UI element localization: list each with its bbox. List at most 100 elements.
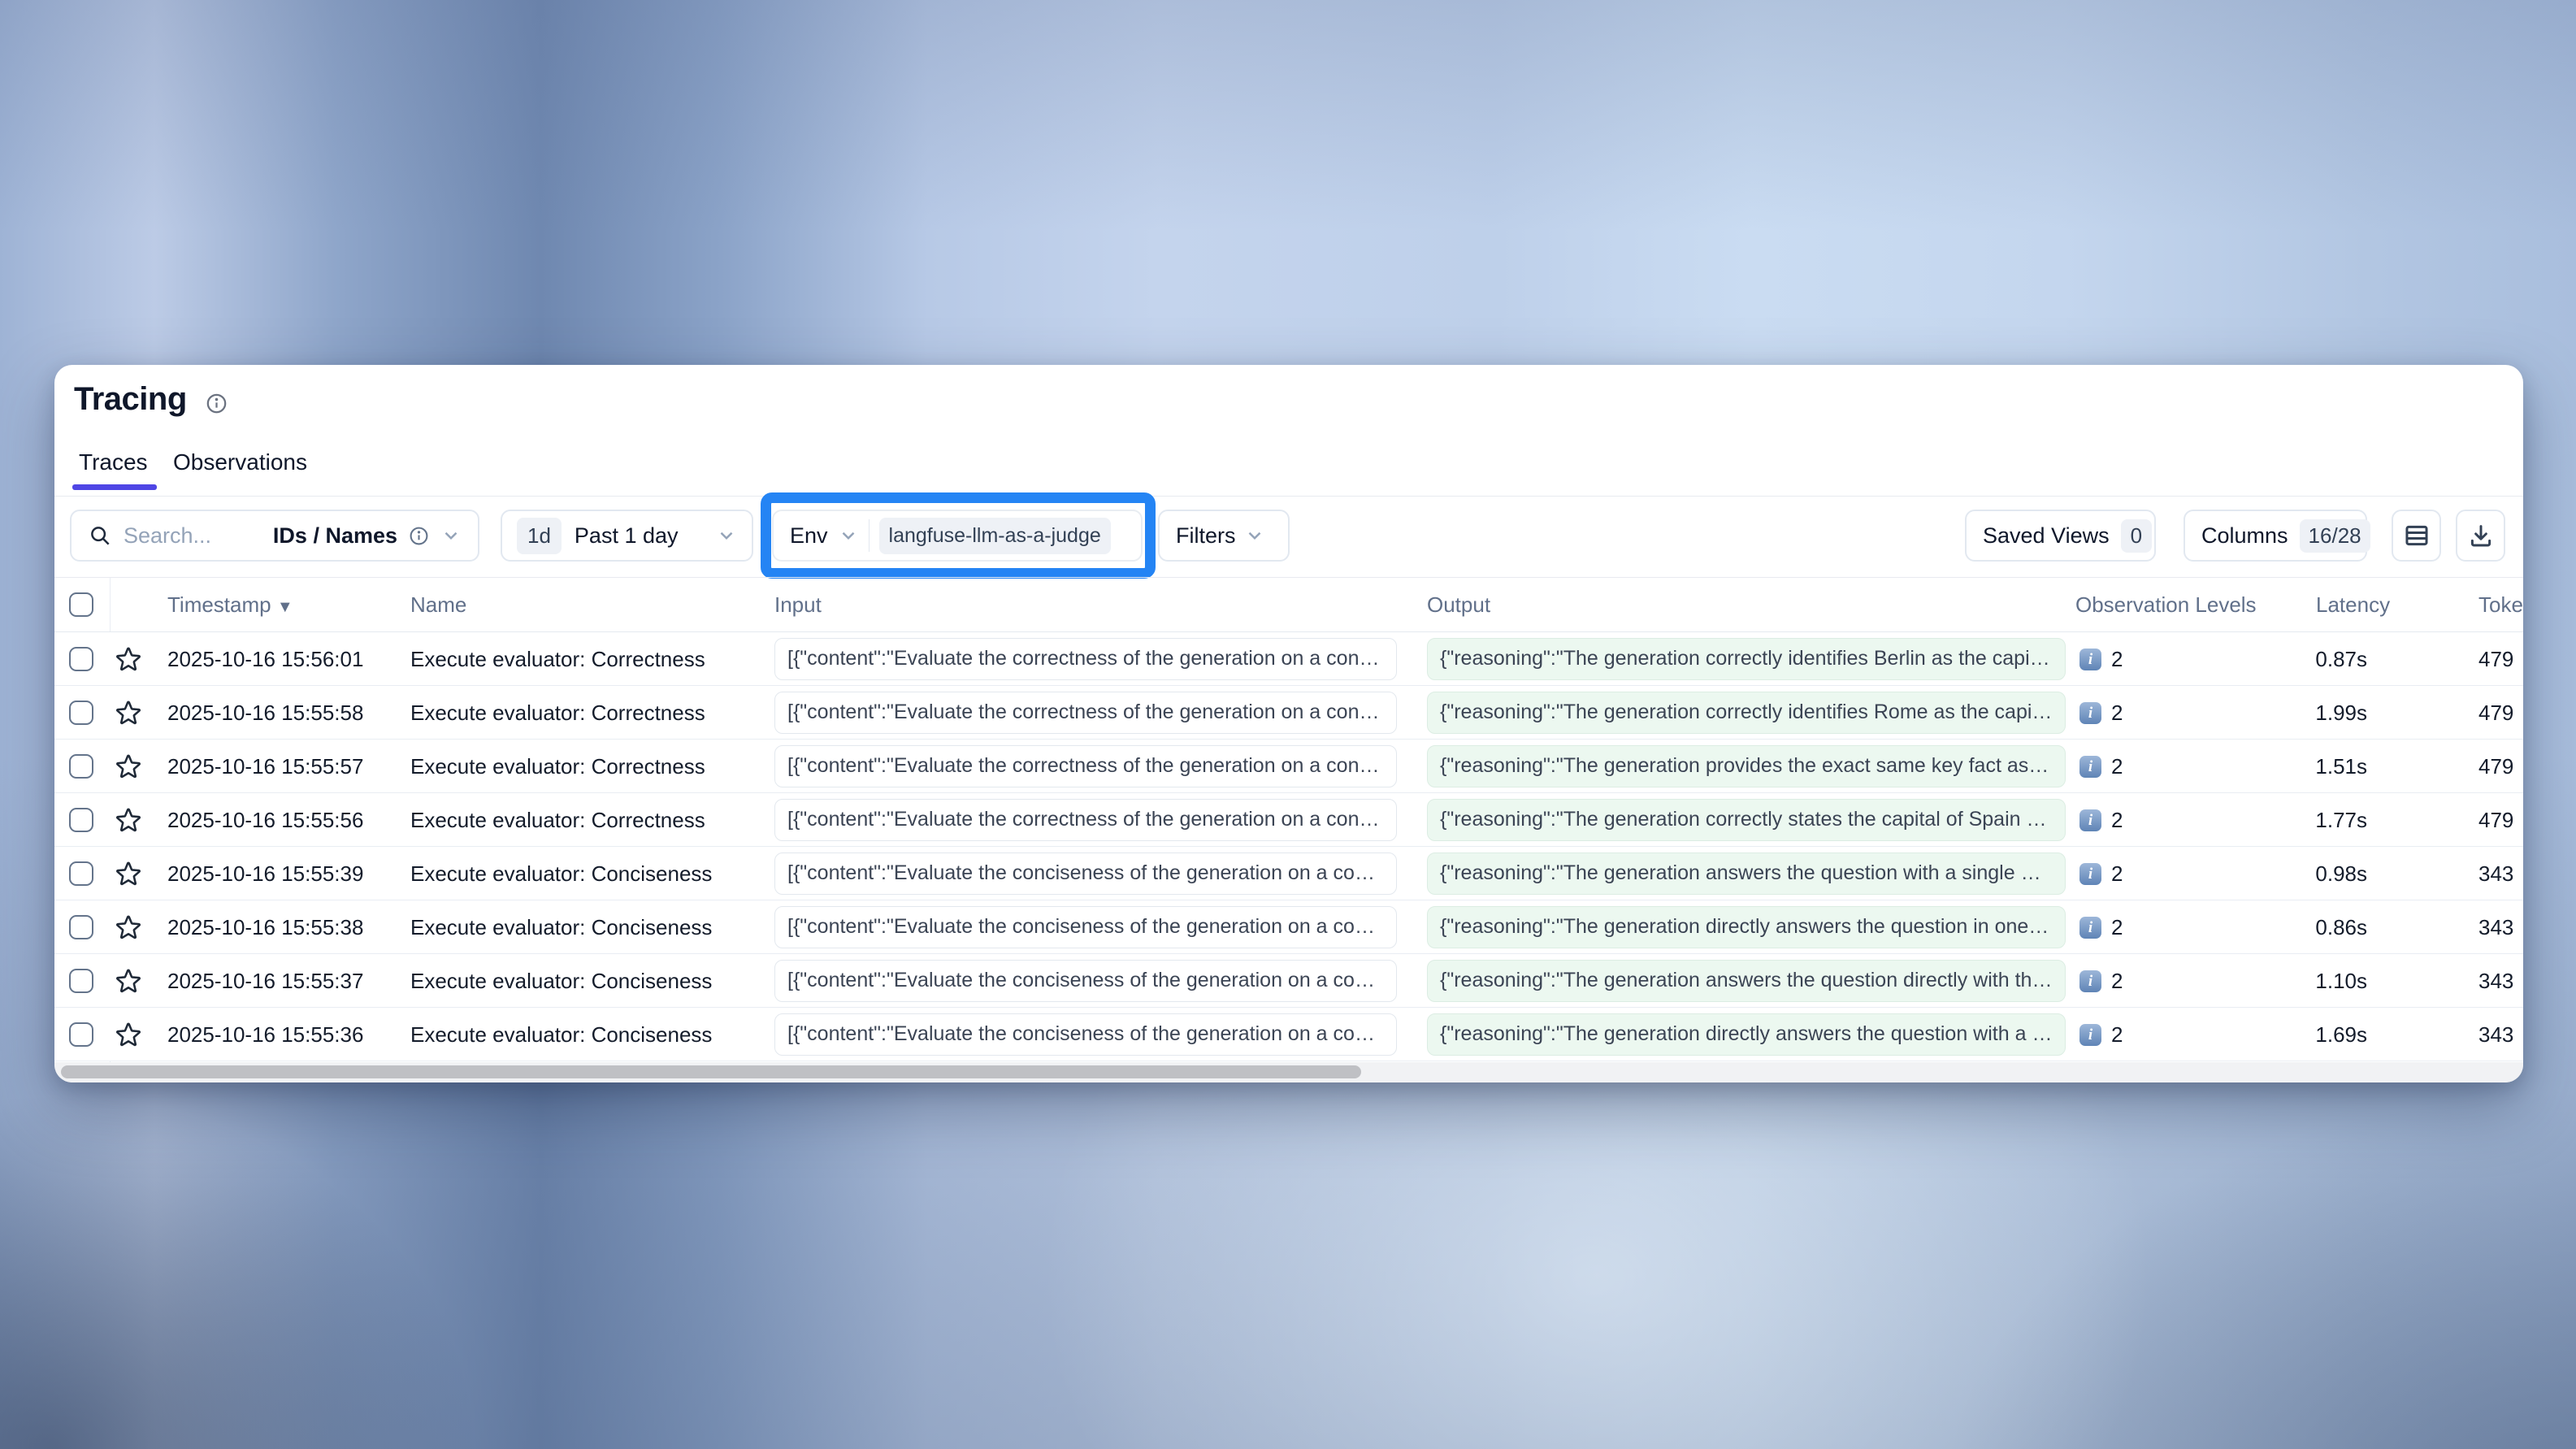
table-row[interactable]: 2025-10-16 15:55:57 Execute evaluator: C… bbox=[54, 740, 2523, 793]
output-cell[interactable]: {"reasoning":"The generation directly an… bbox=[1427, 906, 2066, 948]
row-checkbox[interactable] bbox=[69, 1022, 93, 1047]
chevron-down-icon bbox=[1244, 525, 1265, 546]
table-row[interactable]: 2025-10-16 15:55:36 Execute evaluator: C… bbox=[54, 1008, 2523, 1061]
select-all-checkbox[interactable] bbox=[69, 592, 93, 617]
table-row[interactable]: 2025-10-16 15:55:37 Execute evaluator: C… bbox=[54, 954, 2523, 1008]
star-icon[interactable] bbox=[114, 644, 143, 674]
star-icon[interactable] bbox=[114, 805, 143, 835]
tab-observations[interactable]: Observations bbox=[173, 449, 307, 475]
tracing-window: Tracing Traces Observations Search... ID… bbox=[54, 365, 2523, 1082]
row-checkbox[interactable] bbox=[69, 754, 93, 779]
time-range-select[interactable]: 1d Past 1 day bbox=[501, 510, 753, 562]
input-cell[interactable]: [{"content":"Evaluate the correctness of… bbox=[774, 638, 1397, 680]
output-cell[interactable]: {"reasoning":"The generation correctly i… bbox=[1427, 638, 2066, 680]
star-icon[interactable] bbox=[114, 859, 143, 888]
search-scope-info-icon bbox=[409, 526, 429, 546]
row-checkbox[interactable] bbox=[69, 861, 93, 886]
search-icon bbox=[88, 523, 112, 548]
observation-levels-cell: i 2 bbox=[2079, 954, 2123, 1008]
env-filter-select[interactable]: Env langfuse-llm-as-a-judge bbox=[772, 510, 1143, 562]
title-info-icon[interactable] bbox=[206, 393, 228, 414]
observation-levels-cell: i 2 bbox=[2079, 632, 2123, 686]
table-row[interactable]: 2025-10-16 15:55:39 Execute evaluator: C… bbox=[54, 847, 2523, 900]
name-cell: Execute evaluator: Conciseness bbox=[410, 1008, 712, 1061]
star-icon[interactable] bbox=[114, 913, 143, 942]
tab-traces[interactable]: Traces bbox=[79, 449, 148, 475]
input-cell[interactable]: [{"content":"Evaluate the conciseness of… bbox=[774, 852, 1397, 895]
header-observation-levels[interactable]: Observation Levels bbox=[2075, 578, 2257, 631]
table-row[interactable]: 2025-10-16 15:56:01 Execute evaluator: C… bbox=[54, 632, 2523, 686]
name-cell: Execute evaluator: Correctness bbox=[410, 686, 705, 740]
columns-button[interactable]: Columns 16/28 bbox=[2184, 510, 2367, 562]
input-cell[interactable]: [{"content":"Evaluate the conciseness of… bbox=[774, 960, 1397, 1002]
saved-views-count-badge: 0 bbox=[2121, 519, 2152, 553]
timestamp-cell: 2025-10-16 15:55:58 bbox=[167, 686, 363, 740]
horizontal-scrollbar-thumb[interactable] bbox=[61, 1065, 1361, 1078]
page-title: Tracing bbox=[74, 381, 187, 418]
filters-label: Filters bbox=[1176, 523, 1236, 549]
row-checkbox[interactable] bbox=[69, 701, 93, 725]
timestamp-cell: 2025-10-16 15:55:56 bbox=[167, 793, 363, 847]
info-level-icon: i bbox=[2079, 702, 2101, 724]
output-cell[interactable]: {"reasoning":"The generation correctly s… bbox=[1427, 799, 2066, 841]
output-cell[interactable]: {"reasoning":"The generation provides th… bbox=[1427, 745, 2066, 787]
observation-levels-cell: i 2 bbox=[2079, 900, 2123, 954]
latency-cell: 0.86s bbox=[2208, 900, 2367, 954]
row-checkbox[interactable] bbox=[69, 647, 93, 671]
tokens-cell: 343 → bbox=[2478, 1008, 2523, 1061]
latency-cell: 1.99s bbox=[2208, 686, 2367, 740]
row-checkbox[interactable] bbox=[69, 915, 93, 939]
header-input[interactable]: Input bbox=[774, 578, 822, 631]
input-cell[interactable]: [{"content":"Evaluate the conciseness of… bbox=[774, 906, 1397, 948]
table-row[interactable]: 2025-10-16 15:55:56 Execute evaluator: C… bbox=[54, 793, 2523, 847]
output-cell[interactable]: {"reasoning":"The generation answers the… bbox=[1427, 852, 2066, 895]
star-icon[interactable] bbox=[114, 698, 143, 727]
search-scope-label[interactable]: IDs / Names bbox=[273, 523, 397, 549]
table-row[interactable]: 2025-10-16 15:55:38 Execute evaluator: C… bbox=[54, 900, 2523, 954]
saved-views-label: Saved Views bbox=[1983, 523, 2110, 549]
name-cell: Execute evaluator: Conciseness bbox=[410, 900, 712, 954]
star-icon[interactable] bbox=[114, 752, 143, 781]
header-timestamp[interactable]: Timestamp ▼ bbox=[167, 578, 293, 631]
header-tokens[interactable]: Tokens bbox=[2478, 578, 2523, 631]
row-height-button[interactable] bbox=[2392, 510, 2441, 562]
filters-button[interactable]: Filters bbox=[1158, 510, 1290, 562]
horizontal-scrollbar-track[interactable] bbox=[54, 1062, 2523, 1082]
input-cell[interactable]: [{"content":"Evaluate the correctness of… bbox=[774, 799, 1397, 841]
search-input[interactable]: Search... IDs / Names bbox=[70, 510, 479, 562]
input-cell[interactable]: [{"content":"Evaluate the conciseness of… bbox=[774, 1013, 1397, 1056]
info-level-icon: i bbox=[2079, 970, 2101, 992]
timestamp-cell: 2025-10-16 15:55:57 bbox=[167, 740, 363, 793]
output-cell[interactable]: {"reasoning":"The generation directly an… bbox=[1427, 1013, 2066, 1056]
chevron-down-icon bbox=[440, 525, 462, 546]
timestamp-cell: 2025-10-16 15:55:37 bbox=[167, 954, 363, 1008]
input-cell[interactable]: [{"content":"Evaluate the correctness of… bbox=[774, 745, 1397, 787]
header-latency[interactable]: Latency bbox=[2316, 578, 2390, 631]
row-checkbox[interactable] bbox=[69, 808, 93, 832]
output-cell[interactable]: {"reasoning":"The generation correctly i… bbox=[1427, 692, 2066, 734]
latency-cell: 0.87s bbox=[2208, 632, 2367, 686]
table-row[interactable]: 2025-10-16 15:55:58 Execute evaluator: C… bbox=[54, 686, 2523, 740]
timestamp-cell: 2025-10-16 15:55:39 bbox=[167, 847, 363, 900]
info-level-icon: i bbox=[2079, 1024, 2101, 1046]
chevron-down-icon bbox=[838, 525, 859, 546]
latency-cell: 1.69s bbox=[2208, 1008, 2367, 1061]
header-output[interactable]: Output bbox=[1427, 578, 1490, 631]
latency-cell: 1.10s bbox=[2208, 954, 2367, 1008]
latency-cell: 0.98s bbox=[2208, 847, 2367, 900]
star-icon[interactable] bbox=[114, 1020, 143, 1049]
latency-cell: 1.51s bbox=[2208, 740, 2367, 793]
saved-views-button[interactable]: Saved Views 0 bbox=[1965, 510, 2156, 562]
row-checkbox[interactable] bbox=[69, 969, 93, 993]
output-cell[interactable]: {"reasoning":"The generation answers the… bbox=[1427, 960, 2066, 1002]
tokens-cell: 479 → bbox=[2478, 632, 2523, 686]
tokens-cell: 479 → bbox=[2478, 740, 2523, 793]
input-cell[interactable]: [{"content":"Evaluate the correctness of… bbox=[774, 692, 1397, 734]
time-range-badge: 1d bbox=[517, 518, 562, 554]
star-icon[interactable] bbox=[114, 966, 143, 996]
export-button[interactable] bbox=[2456, 510, 2505, 562]
tokens-cell: 479 → bbox=[2478, 793, 2523, 847]
info-level-icon: i bbox=[2079, 756, 2101, 778]
info-level-icon: i bbox=[2079, 809, 2101, 831]
header-name[interactable]: Name bbox=[410, 578, 466, 631]
